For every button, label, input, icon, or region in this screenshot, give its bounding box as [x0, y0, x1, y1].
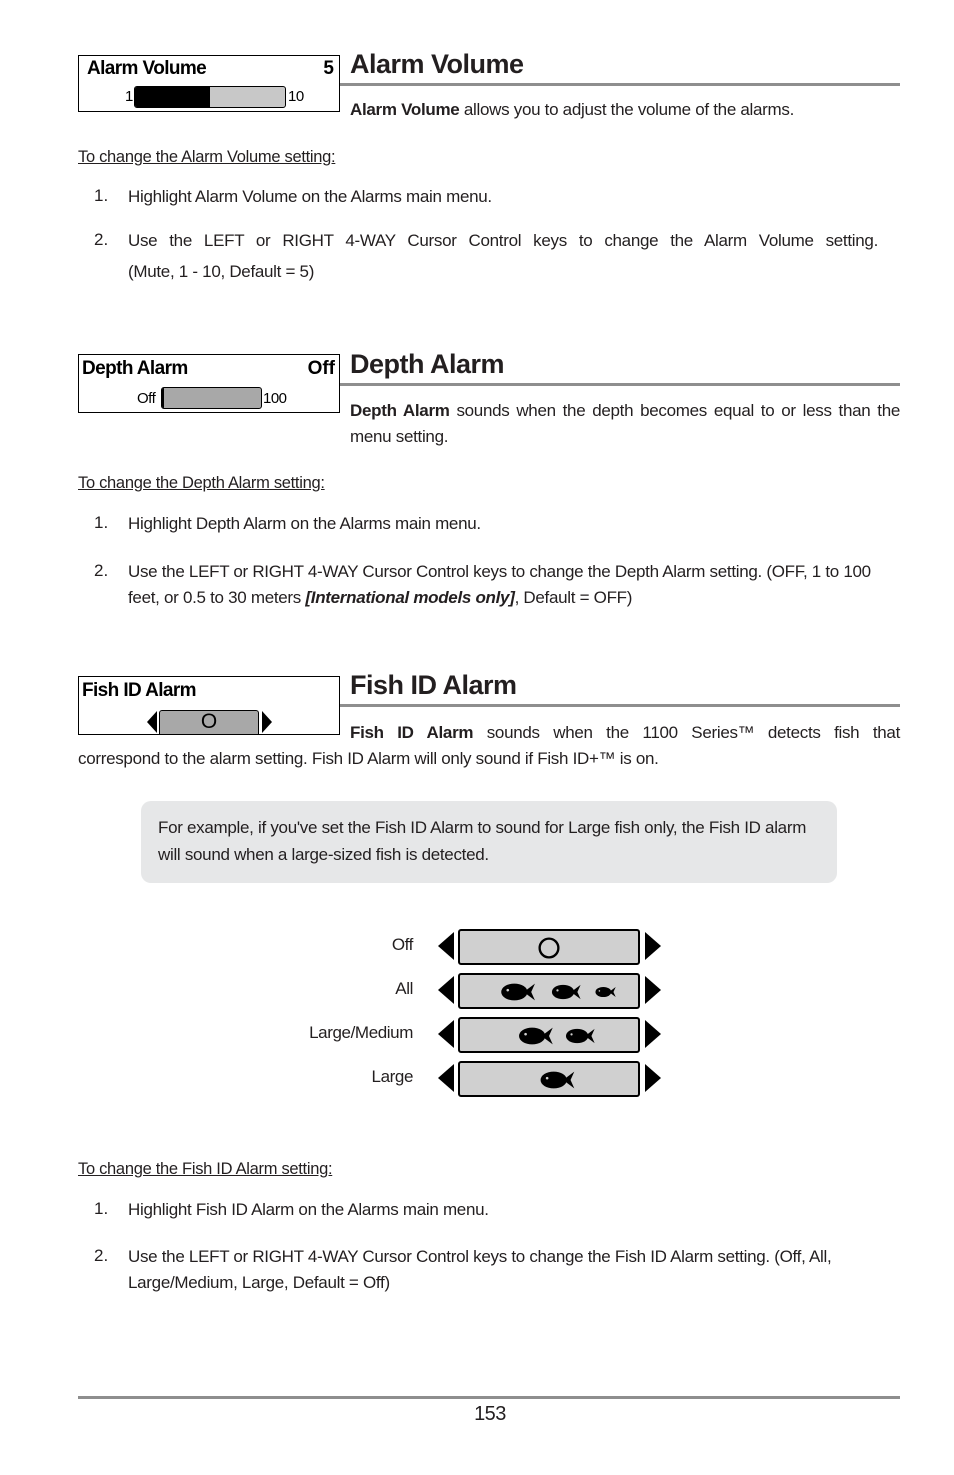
fish-id-alarm-step-number: 2.	[94, 1246, 109, 1265]
fish-id-alarm-heading-rule	[340, 704, 900, 707]
fish-id-alarm-step-number: 1.	[94, 1199, 109, 1218]
depth-alarm-step-text-default: , Default = OFF)	[514, 588, 633, 607]
fish-id-alarm-intro-bold: Fish ID Alarm	[350, 723, 474, 742]
alarm-volume-intro: Alarm Volume allows you to adjust the vo…	[350, 97, 794, 123]
fish-id-option-left-arrow-icon[interactable]	[438, 1020, 454, 1048]
fish-id-right-arrow-icon[interactable]	[262, 711, 272, 733]
depth-alarm-step-text: Highlight Depth Alarm on the Alarms main…	[128, 514, 481, 533]
fish-id-alarm-intro-line2: correspond to the alarm setting. Fish ID…	[78, 749, 659, 768]
fish-id-option-right-arrow-icon[interactable]	[645, 976, 661, 1004]
depth-alarm-slider-fill	[162, 388, 164, 408]
alarm-volume-intro-bold: Alarm Volume	[350, 100, 460, 119]
fish-id-alarm-intro-text: sounds when the 1100 Series™ detects fis…	[473, 723, 901, 742]
depth-alarm-step-number: 1.	[94, 513, 109, 532]
fish-id-left-arrow-icon[interactable]	[147, 711, 157, 733]
circle-icon	[538, 937, 560, 959]
fish-id-alarm-subheading: To change the Fish ID Alarm setting:	[78, 1160, 333, 1178]
alarm-volume-menu-value: 5	[323, 58, 334, 79]
fish-id-option-box[interactable]	[458, 973, 640, 1009]
alarm-volume-step-text: Highlight Alarm Volume on the Alarms mai…	[128, 187, 492, 206]
fish-id-alarm-menu-widget: Fish ID Alarm O	[78, 676, 340, 735]
fish-id-alarm-menu-title: Fish ID Alarm	[82, 680, 197, 701]
fish-id-option-left-arrow-icon[interactable]	[438, 976, 454, 1004]
fish-large-medium-icon	[519, 1027, 595, 1045]
depth-alarm-step-text: Use the LEFT or RIGHT 4-WAY Cursor Contr…	[128, 559, 888, 611]
fish-id-note-box: For example, if you've set the Fish ID A…	[141, 801, 837, 883]
depth-alarm-menu-title: Depth Alarm	[82, 358, 188, 379]
fish-id-option-box[interactable]	[458, 1017, 640, 1053]
fish-id-option-box[interactable]	[458, 1061, 640, 1097]
depth-alarm-menu-widget: Depth Alarm Off Off 100	[78, 354, 340, 413]
page-number: 153	[474, 1403, 506, 1425]
fish-id-option-left-arrow-icon[interactable]	[438, 932, 454, 960]
alarm-volume-intro-text: allows you to adjust the volume of the a…	[459, 100, 795, 119]
fish-id-alarm-menu-value: O	[200, 710, 218, 733]
fish-id-option-box[interactable]	[458, 929, 640, 965]
fish-id-alarm-heading: Fish ID Alarm	[350, 670, 517, 700]
alarm-volume-step-number: 2.	[94, 230, 109, 249]
depth-alarm-step-number: 2.	[94, 561, 109, 580]
fish-large-medium-small-icon	[501, 983, 616, 1001]
depth-alarm-min-label: Off	[137, 390, 156, 407]
alarm-volume-max-label: 10	[288, 88, 304, 105]
alarm-volume-heading-rule	[340, 83, 900, 86]
alarm-volume-step-text-line1: Use the LEFT or RIGHT 4-WAY Cursor Contr…	[128, 231, 878, 250]
depth-alarm-max-label: 100	[263, 390, 287, 407]
fish-id-option-right-arrow-icon[interactable]	[645, 932, 661, 960]
depth-alarm-slider[interactable]	[161, 387, 262, 409]
alarm-volume-min-label: 1	[125, 88, 133, 105]
footer-rule	[78, 1396, 900, 1399]
fish-id-option-label: Large	[371, 1067, 414, 1086]
depth-alarm-menu-value: Off	[307, 358, 335, 379]
fish-id-option-label: Large/Medium	[309, 1023, 413, 1042]
fish-id-alarm-step-text: Use the LEFT or RIGHT 4-WAY Cursor Contr…	[128, 1247, 832, 1292]
international-models-note: [International models only]	[305, 588, 515, 607]
depth-alarm-intro-bold: Depth Alarm	[350, 401, 450, 420]
alarm-volume-heading: Alarm Volume	[350, 49, 524, 79]
alarm-volume-step-number: 1.	[94, 186, 109, 205]
fish-id-option-right-arrow-icon[interactable]	[645, 1020, 661, 1048]
fish-id-option-label: All	[395, 979, 413, 998]
alarm-volume-slider[interactable]	[134, 86, 286, 108]
depth-alarm-intro: Depth Alarm sounds when the depth become…	[350, 398, 900, 450]
depth-alarm-heading-rule	[340, 383, 900, 386]
alarm-volume-step-text-line2: (Mute, 1 - 10, Default = 5)	[128, 262, 315, 281]
alarm-volume-slider-fill	[135, 87, 210, 107]
fish-id-alarm-value-box[interactable]: O	[159, 710, 259, 734]
alarm-volume-menu-widget: Alarm Volume 5 1 10	[78, 55, 340, 112]
fish-id-option-left-arrow-icon[interactable]	[438, 1064, 454, 1092]
fish-id-option-label: Off	[391, 935, 414, 954]
alarm-volume-menu-title: Alarm Volume	[87, 58, 207, 79]
fish-id-note-text: For example, if you've set the Fish ID A…	[158, 818, 807, 864]
fish-id-alarm-intro-line1: Fish ID Alarm sounds when the 1100 Serie…	[350, 720, 900, 746]
fish-id-alarm-step-text: Highlight Fish ID Alarm on the Alarms ma…	[128, 1200, 489, 1219]
depth-alarm-heading: Depth Alarm	[350, 349, 505, 379]
alarm-volume-step-text: Use the LEFT or RIGHT 4-WAY Cursor Contr…	[128, 228, 878, 285]
fish-large-icon	[540, 1071, 575, 1089]
depth-alarm-subheading: To change the Depth Alarm setting:	[78, 474, 325, 492]
alarm-volume-subheading: To change the Alarm Volume setting:	[78, 148, 336, 166]
fish-id-option-right-arrow-icon[interactable]	[645, 1064, 661, 1092]
